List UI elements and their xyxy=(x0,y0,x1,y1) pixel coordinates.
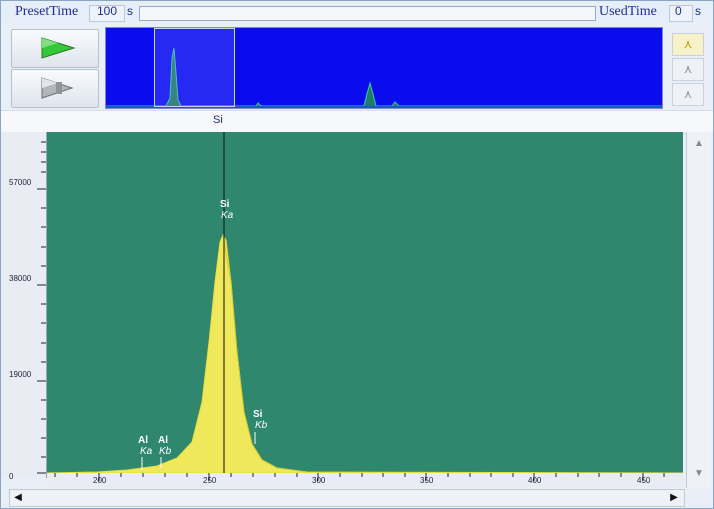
spectrum-trace xyxy=(47,132,683,473)
peak-element-label: Si xyxy=(220,199,230,210)
peak-element-label: Si xyxy=(253,409,263,420)
x-tick-label: 350 xyxy=(420,476,434,485)
peak-shape-icon: ⋏ xyxy=(683,62,693,76)
spectrum-plot-area: 57000 38000 19000 0 Al Ka Al Kb Si Ka Si… xyxy=(1,132,714,488)
peak-line-label: Kb xyxy=(255,420,268,431)
x-tick-label: 200 xyxy=(93,476,107,485)
marker-element-label: Si xyxy=(213,114,223,126)
peak-shape-icon: ⋏ xyxy=(683,37,693,51)
peak-display-button-3[interactable]: ⋏ xyxy=(672,83,704,106)
peak-line-label: Ka xyxy=(140,446,153,457)
used-time-unit: s xyxy=(695,4,701,18)
used-time-label: UsedTime xyxy=(599,4,657,19)
green-arrow-icon xyxy=(41,37,76,59)
scroll-left-icon[interactable]: ◀ xyxy=(12,492,24,504)
vertical-scrollbar[interactable]: ▲ ▼ xyxy=(686,132,711,488)
peak-line-label: Ka xyxy=(221,210,234,221)
scroll-up-icon[interactable]: ▲ xyxy=(693,138,705,150)
scroll-right-icon[interactable]: ▶ xyxy=(668,492,680,504)
x-axis: 200 250 300 350 400 450 xyxy=(47,473,683,487)
stop-acquisition-button[interactable] xyxy=(11,69,99,108)
y-tick-label: 0 xyxy=(9,472,14,481)
peak-line-label: Kb xyxy=(159,446,172,457)
peak-shape-icon: ⋏ xyxy=(683,87,693,101)
y-tick-label: 19000 xyxy=(9,370,32,379)
gray-arrow-icon xyxy=(41,77,74,99)
start-acquisition-button[interactable] xyxy=(11,29,99,68)
y-tick-label: 57000 xyxy=(9,178,32,187)
used-time-value: 0 xyxy=(675,4,682,18)
x-axis-ticks xyxy=(54,473,665,481)
horizontal-scrollbar[interactable]: ◀ ▶ xyxy=(9,489,685,507)
preset-time-label: PresetTime xyxy=(15,4,79,19)
spectrum-overview[interactable] xyxy=(105,27,663,109)
x-tick-label: 300 xyxy=(312,476,326,485)
spectrum-window: PresetTime 100 s UsedTime 0 s ⋏ ⋏ ⋏ Si 5… xyxy=(0,0,714,509)
x-tick-label: 450 xyxy=(637,476,651,485)
acquisition-progress-bar xyxy=(139,6,596,21)
peak-element-label: Al xyxy=(158,435,168,446)
preset-time-value: 100 xyxy=(97,4,118,18)
preset-time-unit: s xyxy=(127,4,133,18)
peak-display-button-2[interactable]: ⋏ xyxy=(672,58,704,81)
acquisition-toolbar: PresetTime 100 s UsedTime 0 s xyxy=(1,1,713,23)
spectrum-plot[interactable]: Al Ka Al Kb Si Ka Si Kb xyxy=(47,132,683,473)
y-axis: 57000 38000 19000 0 xyxy=(1,132,47,481)
x-tick-label: 250 xyxy=(203,476,217,485)
peak-display-button-1[interactable]: ⋏ xyxy=(672,33,704,56)
y-tick-label: 38000 xyxy=(9,274,32,283)
peak-element-label: Al xyxy=(138,435,148,446)
overview-zoom-window[interactable] xyxy=(154,28,235,107)
marker-strip xyxy=(1,110,713,134)
x-tick-label: 400 xyxy=(528,476,542,485)
scroll-down-icon[interactable]: ▼ xyxy=(693,468,705,480)
